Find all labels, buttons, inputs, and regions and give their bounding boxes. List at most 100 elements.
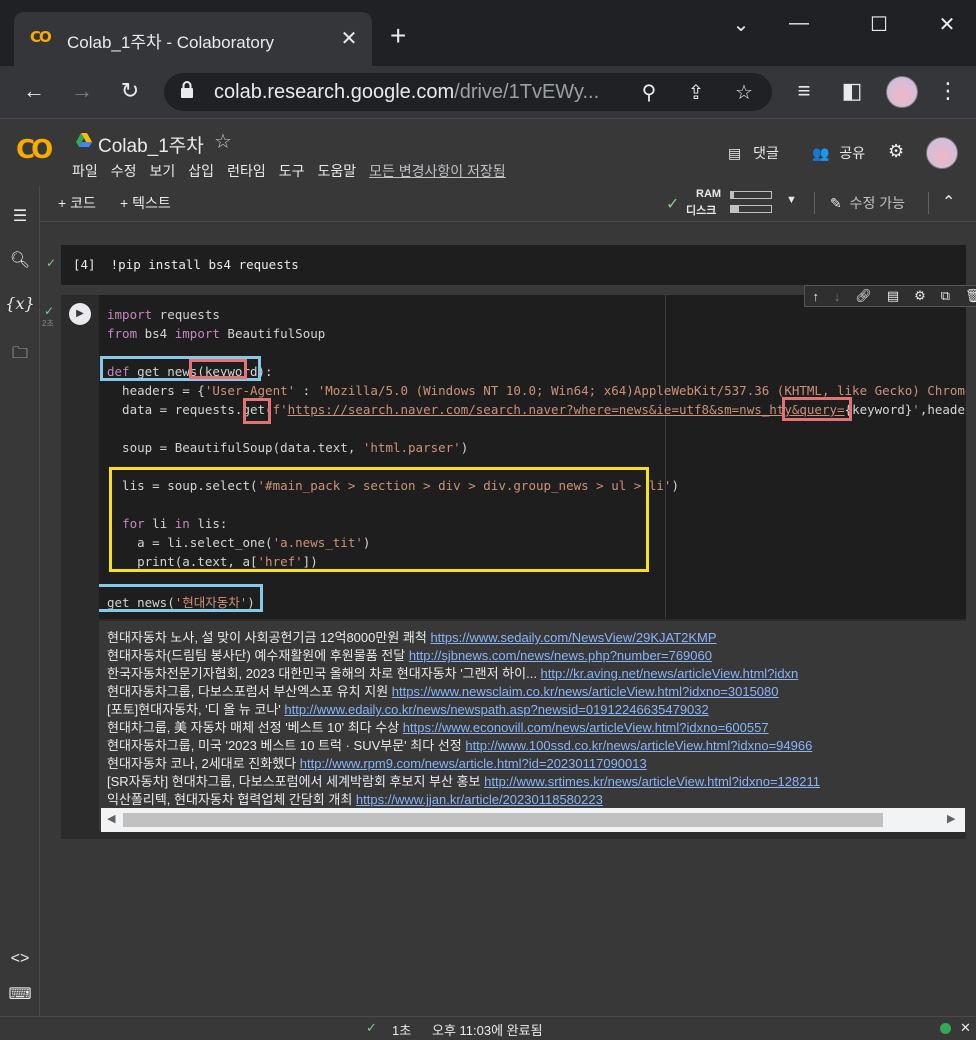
move-up-arrow-icon[interactable]: ↑ bbox=[812, 289, 819, 304]
collapse-chevron-up-icon[interactable]: ⌃ bbox=[942, 192, 955, 212]
url-text: colab.research.google.com/drive/1TvEWy..… bbox=[214, 81, 600, 103]
output-link[interactable]: http://www.edaily.co.kr/news/newspath.as… bbox=[284, 702, 708, 717]
share-label: 공유 bbox=[839, 145, 866, 161]
code-cell-active[interactable]: ▶ import requests from bs4 import Beauti… bbox=[61, 285, 976, 839]
ram-usage-bar bbox=[730, 191, 772, 199]
output-link[interactable]: http://sjbnews.com/news/news.php?number=… bbox=[409, 648, 712, 663]
reload-icon[interactable]: ↻ bbox=[116, 78, 144, 104]
highlight-fstring-prefix bbox=[243, 398, 271, 424]
output-line: 현대자동차(드림팀 봉사단) 예수재활원에 후원물품 전달 http://sjb… bbox=[107, 648, 712, 663]
add-text-button[interactable]: + 텍스트 bbox=[120, 193, 171, 213]
notebook-title[interactable]: Colab_1주차 bbox=[98, 131, 204, 158]
resources-indicator[interactable]: RAM 디스크 ▼ bbox=[686, 188, 806, 218]
media-control-icon[interactable]: ≡ bbox=[790, 78, 818, 104]
code-snippets-icon[interactable]: <> bbox=[0, 950, 40, 968]
add-code-button[interactable]: + 코드 bbox=[58, 193, 96, 213]
zoom-icon[interactable]: ⚲ bbox=[636, 80, 662, 105]
scrollbar-thumb[interactable] bbox=[123, 813, 883, 827]
run-cell-button[interactable]: ▶ bbox=[69, 303, 91, 325]
code-editor[interactable]: import requests from bs4 import Beautifu… bbox=[99, 295, 966, 619]
browser-toolbar: ← → ↻ colab.research.google.com/drive/1T… bbox=[0, 66, 976, 118]
comment-button[interactable]: ▤ 댓글 bbox=[728, 143, 779, 163]
minimize-button[interactable]: — bbox=[784, 12, 814, 35]
runtime-status-dot bbox=[940, 1023, 951, 1034]
status-bar: ✓ 1초 오후 11:03에 완료됨 ✕ bbox=[0, 1016, 976, 1040]
output-line: 현대차그룹, 美 자동차 매체 선정 '베스트 10' 최다 수상 https:… bbox=[107, 720, 769, 735]
cell-exec-time: 2초 bbox=[42, 319, 54, 328]
new-tab-button[interactable]: + bbox=[390, 22, 406, 50]
menu-tools[interactable]: 도구 bbox=[279, 161, 305, 181]
tab-search-chevron-icon[interactable]: ⌄ bbox=[726, 12, 756, 37]
back-arrow-icon[interactable]: ← bbox=[20, 78, 48, 104]
files-folder-icon[interactable]: 🗀 bbox=[0, 342, 40, 369]
menu-runtime[interactable]: 런타임 bbox=[227, 161, 266, 181]
menu-insert[interactable]: 삽입 bbox=[188, 161, 214, 181]
maximize-button[interactable]: ☐ bbox=[864, 12, 894, 37]
output-link[interactable]: http://www.rpm9.com/news/article.html?id… bbox=[300, 756, 647, 771]
cell-code-line: [4] !pip install bs4 requests bbox=[73, 257, 299, 272]
share-icon[interactable]: ⇪ bbox=[683, 80, 709, 105]
close-window-button[interactable]: ✕ bbox=[932, 12, 962, 37]
forward-arrow-icon[interactable]: → bbox=[68, 78, 96, 104]
edit-mode-label: 수정 가능 bbox=[849, 195, 906, 211]
colab-favicon-icon: CO bbox=[30, 28, 52, 46]
status-completed: 오후 11:03에 완료됨 bbox=[432, 1023, 543, 1038]
star-icon[interactable]: ☆ bbox=[214, 129, 232, 154]
cell-toolbar: ↑ ↓ 🔗︎ ▤ ⚙ ⧉ 🗑︎ ⋮ bbox=[804, 285, 976, 307]
browser-menu-icon[interactable]: ⋮ bbox=[934, 78, 962, 104]
menu-help[interactable]: 도움말 bbox=[317, 161, 356, 181]
output-link[interactable]: https://www.sedaily.com/NewsView/29KJAT2… bbox=[430, 630, 716, 645]
comment-label: 댓글 bbox=[753, 145, 779, 161]
scroll-right-arrow-icon[interactable]: ▶ bbox=[947, 812, 955, 825]
mirror-cell-icon[interactable]: ⧉ bbox=[941, 288, 950, 304]
menu-file[interactable]: 파일 bbox=[72, 161, 98, 181]
disk-usage-bar bbox=[730, 205, 772, 213]
settings-gear-icon[interactable]: ⚙ bbox=[888, 141, 904, 162]
output-link[interactable]: https://www.econovill.com/news/articleVi… bbox=[403, 720, 769, 735]
move-down-arrow-icon[interactable]: ↓ bbox=[834, 289, 841, 304]
menu-view[interactable]: 보기 bbox=[150, 161, 176, 181]
browser-profile-avatar[interactable] bbox=[886, 76, 918, 108]
table-of-contents-icon[interactable]: ☰ bbox=[0, 206, 40, 226]
cell-executed-check-icon: ✓ bbox=[46, 256, 57, 270]
edit-mode-button[interactable]: ✎ 수정 가능 bbox=[830, 193, 905, 213]
close-status-icon[interactable]: ✕ bbox=[960, 1020, 971, 1036]
output-link[interactable]: https://www.jjan.kr/article/202301185802… bbox=[356, 792, 603, 807]
people-icon: 👥 bbox=[812, 145, 830, 161]
comment-icon: ▤ bbox=[728, 145, 742, 161]
cell-settings-gear-icon[interactable]: ⚙ bbox=[914, 288, 926, 304]
search-icon[interactable]: 🔍︎ bbox=[0, 250, 40, 270]
lock-icon[interactable] bbox=[180, 81, 194, 103]
output-link[interactable]: http://www.srtimes.kr/news/articleView.h… bbox=[484, 774, 820, 789]
tab-close-icon[interactable]: ✕ bbox=[337, 26, 361, 51]
saved-status-link[interactable]: 모든 변경사항이 저장됨 bbox=[369, 161, 506, 181]
side-panel-icon[interactable]: ◧ bbox=[838, 78, 866, 104]
pencil-icon: ✎ bbox=[830, 195, 842, 211]
resources-dropdown-icon[interactable]: ▼ bbox=[786, 194, 797, 206]
code-cell[interactable]: [4] !pip install bs4 requests bbox=[61, 245, 966, 285]
code-line: headers = {'User-Agent' : 'Mozilla/5.0 (… bbox=[107, 383, 966, 398]
notebook-toolbar: + 코드 + 텍스트 ✓ RAM 디스크 ▼ ✎ 수정 가능 ⌃ bbox=[40, 186, 976, 222]
browser-tab[interactable]: CO Colab_1주차 - Colaboratory ✕ bbox=[14, 12, 372, 66]
menu-bar: 파일 수정 보기 삽입 런타임 도구 도움말 모든 변경사항이 저장됨 bbox=[72, 161, 506, 181]
output-line: 현대자동차 코나, 2세대로 진화했다 http://www.rpm9.com/… bbox=[107, 756, 647, 771]
highlight-select-loop bbox=[109, 467, 649, 572]
output-line: 현대자동차그룹, 미국 '2023 베스트 10 트럭 · SUV부문' 최다 … bbox=[107, 738, 813, 753]
colab-logo-icon[interactable]: CO bbox=[16, 135, 53, 165]
address-bar[interactable]: colab.research.google.com/drive/1TvEWy..… bbox=[164, 73, 772, 111]
share-button[interactable]: 👥 공유 bbox=[812, 143, 865, 163]
output-link[interactable]: https://www.newsclaim.co.kr/news/article… bbox=[392, 684, 779, 699]
delete-trash-icon[interactable]: 🗑︎ bbox=[965, 288, 976, 304]
output-horizontal-scrollbar[interactable]: ◀ ▶ bbox=[101, 808, 965, 832]
account-avatar[interactable] bbox=[926, 137, 958, 169]
command-palette-icon[interactable]: ⌨ bbox=[0, 984, 40, 1004]
link-icon[interactable]: 🔗︎ bbox=[855, 288, 872, 304]
variables-icon[interactable]: {x} bbox=[0, 294, 40, 313]
scroll-left-arrow-icon[interactable]: ◀ bbox=[107, 812, 115, 825]
output-line: [SR자동차] 현대차그룹, 다보스포럼에서 세계박람회 후보지 부산 홍보 h… bbox=[107, 774, 820, 789]
menu-edit[interactable]: 수정 bbox=[111, 161, 137, 181]
comment-icon[interactable]: ▤ bbox=[887, 288, 899, 304]
bookmark-star-icon[interactable]: ☆ bbox=[731, 80, 757, 105]
output-link[interactable]: http://kr.aving.net/news/articleView.htm… bbox=[541, 666, 799, 681]
output-link[interactable]: http://www.100ssd.co.kr/news/articleView… bbox=[465, 738, 812, 753]
